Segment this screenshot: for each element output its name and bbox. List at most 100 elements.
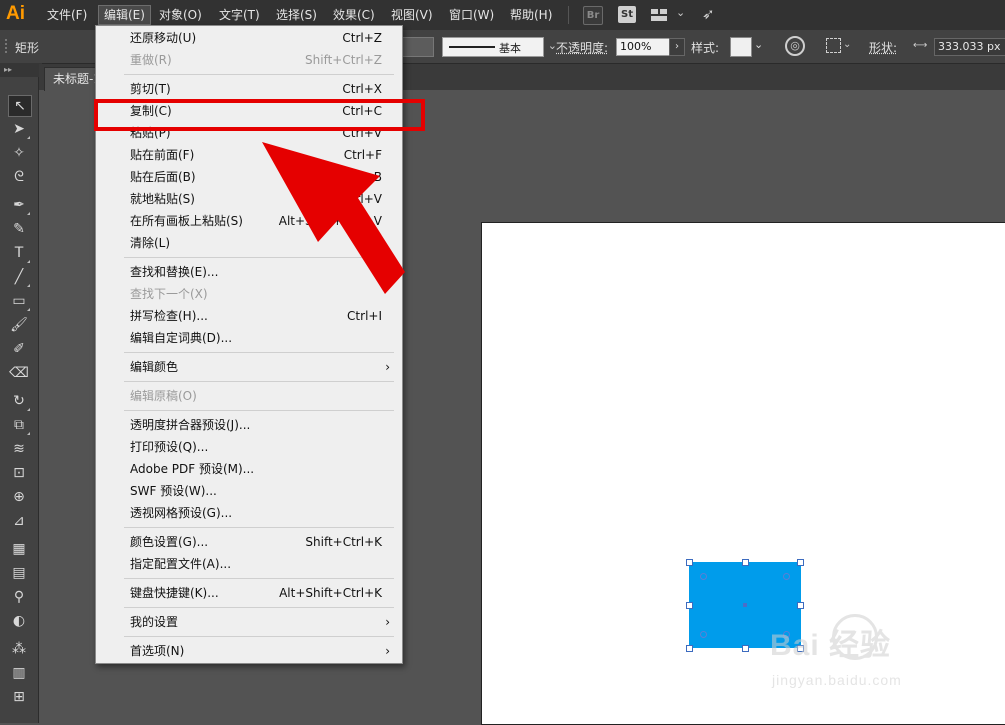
bounding-handle[interactable] [797, 559, 804, 566]
opacity-slider-button[interactable]: › [669, 38, 685, 56]
menu-item-find-replace[interactable]: 查找和替换(E)... [96, 261, 402, 283]
menu-window[interactable]: 窗口(W) [444, 6, 499, 24]
eraser-tool-icon[interactable]: ⌫ [8, 363, 30, 383]
menu-effect[interactable]: 效果(C) [328, 6, 380, 24]
tools-panel: ▸▸ ↖ ➤ ✧ ᘓ ✒ ✎ T ╱ ▭ 🖌 ✐ ⌫ ↻ ⧉ ≋ ⊡ ⊕ ⊿ ▦… [0, 63, 42, 723]
bounding-handle[interactable] [742, 645, 749, 652]
opacity-label[interactable]: 不透明度: [556, 39, 608, 56]
menu-divider [568, 6, 569, 24]
menu-item-keyboard-shortcuts[interactable]: 键盘快捷键(K)... Alt+Shift+Ctrl+K [96, 582, 402, 604]
menu-item-pdf-presets[interactable]: Adobe PDF 预设(M)... [96, 458, 402, 480]
blend-tool-icon[interactable]: ◐ [8, 611, 30, 631]
stock-button[interactable]: St [618, 6, 636, 23]
menu-item-assign-profile[interactable]: 指定配置文件(A)... [96, 553, 402, 575]
shaper-tool-icon[interactable]: ✐ [8, 339, 30, 359]
width-tool-icon[interactable]: ≋ [8, 439, 30, 459]
shape-builder-tool-icon[interactable]: ⊕ [8, 487, 30, 507]
menu-item-spell-check[interactable]: 拼写检查(H)... Ctrl+I [96, 305, 402, 327]
submenu-arrow-icon: › [385, 615, 390, 629]
opacity-input[interactable]: 100% [616, 38, 671, 56]
corner-widget[interactable] [700, 631, 707, 638]
menu-separator [124, 578, 394, 579]
menu-item-edit-original[interactable]: 编辑原稿(O) [96, 385, 402, 407]
direct-selection-tool-icon[interactable]: ➤ [8, 119, 30, 139]
bounding-handle[interactable] [686, 602, 693, 609]
recolor-artwork-icon[interactable]: ◎ [785, 36, 805, 56]
menu-item-paste-in-back[interactable]: 贴在后面(B) Ctrl+B [96, 166, 402, 188]
selection-tool-icon[interactable]: ↖ [8, 95, 32, 117]
center-point [743, 603, 747, 607]
width-icon: ⟷ [913, 40, 928, 51]
column-graph-tool-icon[interactable]: ▥ [8, 663, 30, 683]
menu-separator [124, 527, 394, 528]
bounding-handle[interactable] [686, 559, 693, 566]
pen-tool-icon[interactable]: ✒ [8, 195, 30, 215]
menu-item-swf-presets[interactable]: SWF 预设(W)... [96, 480, 402, 502]
object-type-label: 矩形 [15, 41, 40, 55]
menu-item-print-presets[interactable]: 打印预设(Q)... [96, 436, 402, 458]
menu-item-clear[interactable]: 清除(L) [96, 232, 402, 254]
align-icon[interactable] [826, 38, 841, 53]
watermark-brand: Bai 经验 [770, 629, 892, 662]
gpu-performance-icon[interactable]: ➶ [702, 5, 715, 23]
line-tool-icon[interactable]: ╱ [8, 267, 30, 287]
chevron-down-icon[interactable]: ⌄ [754, 38, 763, 51]
menu-view[interactable]: 视图(V) [386, 6, 438, 24]
menu-item-paste-in-front[interactable]: 贴在前面(F) Ctrl+F [96, 144, 402, 166]
chevron-down-icon[interactable]: ⌄ [676, 6, 685, 19]
stroke-preview [449, 46, 495, 48]
menu-item-transparency-flattener[interactable]: 透明度拼合器预设(J)... [96, 414, 402, 436]
menu-object[interactable]: 对象(O) [154, 6, 207, 24]
scale-tool-icon[interactable]: ⧉ [8, 415, 30, 435]
menu-item-cut[interactable]: 剪切(T) Ctrl+X [96, 78, 402, 100]
symbol-sprayer-tool-icon[interactable]: ⁂ [8, 639, 30, 659]
bounding-handle[interactable] [797, 602, 804, 609]
menu-item-undo[interactable]: 还原移动(U) Ctrl+Z [96, 27, 402, 49]
gradient-tool-icon[interactable]: ▤ [8, 563, 30, 583]
menu-item-edit-colors[interactable]: 编辑颜色 › [96, 356, 402, 378]
menu-item-paste-in-place[interactable]: 就地粘贴(S) Shift+Ctrl+V [96, 188, 402, 210]
bounding-handle[interactable] [686, 645, 693, 652]
width-input[interactable]: 333.033 px [934, 38, 1005, 56]
menu-item-color-settings[interactable]: 颜色设置(G)... Shift+Ctrl+K [96, 531, 402, 553]
collapse-panel-icon[interactable]: ▸▸ [0, 63, 42, 77]
perspective-grid-tool-icon[interactable]: ⊿ [8, 511, 30, 531]
menu-help[interactable]: 帮助(H) [505, 6, 557, 24]
menu-item-perspective-grid-presets[interactable]: 透视网格预设(G)... [96, 502, 402, 524]
rotate-tool-icon[interactable]: ↻ [8, 391, 30, 411]
eyedropper-tool-icon[interactable]: ⚲ [8, 587, 30, 607]
menu-type[interactable]: 文字(T) [214, 6, 265, 24]
graphic-style-swatch[interactable] [730, 37, 752, 57]
magic-wand-tool-icon[interactable]: ✧ [8, 143, 30, 163]
lasso-tool-icon[interactable]: ᘓ [8, 167, 30, 187]
menu-item-preferences[interactable]: 首选项(N) › [96, 640, 402, 662]
menu-item-paste-on-all-artboards[interactable]: 在所有画板上粘贴(S) Alt+Shift+Ctrl+V [96, 210, 402, 232]
chevron-down-icon[interactable]: ⌄ [843, 39, 851, 50]
bridge-button[interactable]: Br [583, 6, 603, 25]
paintbrush-tool-icon[interactable]: 🖌 [8, 315, 30, 335]
watermark-url: jingyan.baidu.com [772, 672, 902, 688]
menu-item-find-next[interactable]: 查找下一个(X) [96, 283, 402, 305]
mesh-tool-icon[interactable]: ▦ [8, 539, 30, 559]
menu-item-redo[interactable]: 重做(R) Shift+Ctrl+Z [96, 49, 402, 71]
bounding-handle[interactable] [742, 559, 749, 566]
rectangle-tool-icon[interactable]: ▭ [8, 291, 30, 311]
menu-item-my-settings[interactable]: 我的设置 › [96, 611, 402, 633]
curvature-tool-icon[interactable]: ✎ [8, 219, 30, 239]
menu-edit[interactable]: 编辑(E) [98, 5, 151, 25]
workspace-icon[interactable] [651, 9, 667, 21]
menu-item-edit-dictionary[interactable]: 编辑自定词典(D)... [96, 327, 402, 349]
artboard-tool-icon[interactable]: ⊞ [8, 687, 30, 707]
menu-file[interactable]: 文件(F) [42, 6, 92, 24]
submenu-arrow-icon: › [385, 360, 390, 374]
shape-label[interactable]: 形状: [869, 39, 897, 56]
stroke-profile-dropdown[interactable]: 基本 ⌄ [442, 37, 557, 57]
grip-handle[interactable] [5, 39, 9, 53]
menu-separator [124, 257, 394, 258]
stroke-weight-field[interactable] [402, 37, 434, 57]
corner-widget[interactable] [783, 573, 790, 580]
free-transform-tool-icon[interactable]: ⊡ [8, 463, 30, 483]
corner-widget[interactable] [700, 573, 707, 580]
menu-select[interactable]: 选择(S) [271, 6, 322, 24]
type-tool-icon[interactable]: T [8, 243, 30, 263]
